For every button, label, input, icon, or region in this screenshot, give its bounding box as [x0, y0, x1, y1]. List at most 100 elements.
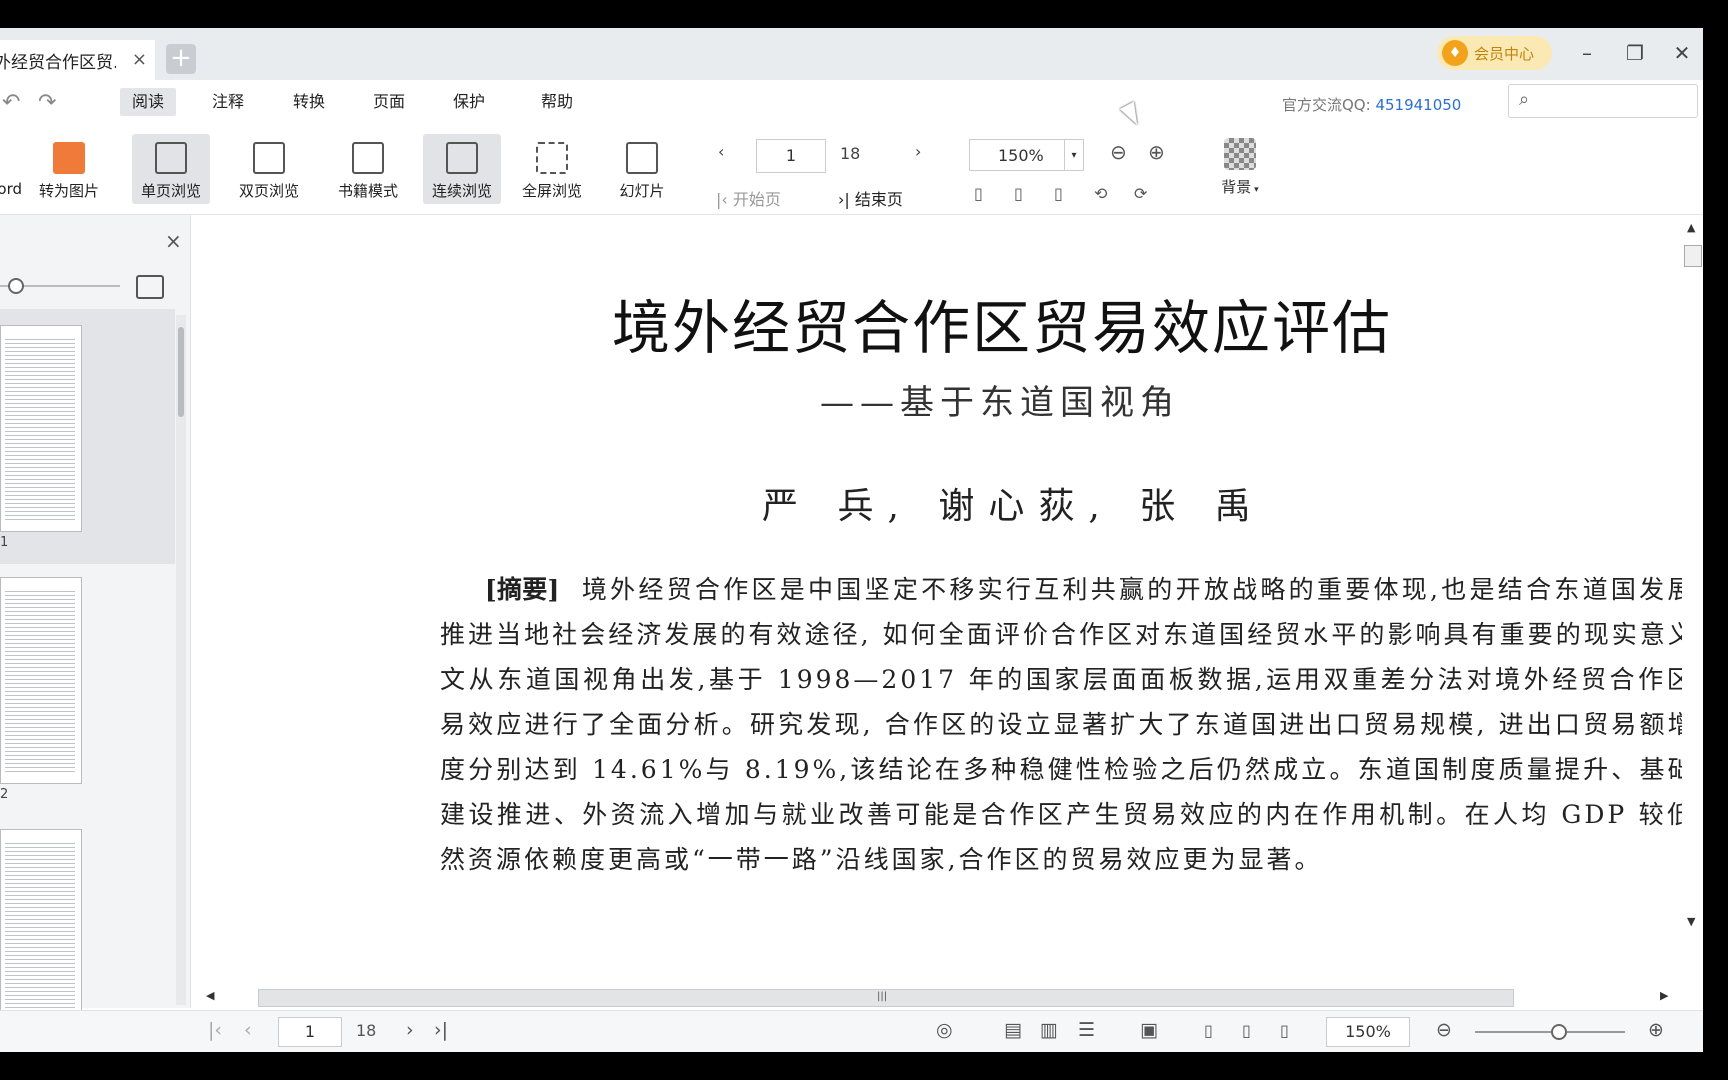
- scroll-left-icon[interactable]: ◀: [206, 989, 214, 1002]
- fit-width-icon[interactable]: ▯: [1054, 184, 1063, 203]
- zoom-slider[interactable]: [1475, 1024, 1625, 1040]
- next-page-icon[interactable]: ›: [915, 142, 921, 161]
- background-label: 背景: [1221, 178, 1252, 196]
- sidebar-scrollbar[interactable]: [176, 315, 186, 1005]
- zoom-in-icon[interactable]: ⊕: [1148, 140, 1165, 164]
- eye-protection-icon[interactable]: ◎: [936, 1019, 953, 1041]
- close-window-button[interactable]: ✕: [1667, 38, 1697, 68]
- next-page-icon[interactable]: ›: [406, 1019, 414, 1041]
- single-page-icon[interactable]: ▤: [1004, 1019, 1022, 1041]
- zoom-value: 150%: [998, 146, 1044, 165]
- zoom-out-icon[interactable]: ⊖: [1436, 1019, 1452, 1041]
- abstract-label: [摘要]: [484, 575, 560, 604]
- status-bar: |‹ ‹ 1 18 › ›| ◎ ▤ ▥ ☰ ▣ ▯ ▯ ▯ 150% ⊖ ⊕: [0, 1010, 1703, 1052]
- book-mode-button[interactable]: 书籍模式: [329, 134, 407, 204]
- page-number-input[interactable]: 1: [756, 139, 826, 173]
- last-page-icon[interactable]: ›|: [434, 1019, 448, 1041]
- slider-knob[interactable]: [8, 278, 24, 294]
- menu-protect[interactable]: 保护: [441, 88, 497, 116]
- actual-size-icon[interactable]: ▯: [1204, 1021, 1213, 1040]
- thumbnail-text: [5, 588, 75, 773]
- undo-icon[interactable]: ↶: [2, 90, 20, 115]
- single-page-label: 单页浏览: [140, 182, 201, 200]
- document-horizontal-scrollbar[interactable]: ◀ ||| ▶: [192, 986, 1682, 1008]
- qq-number[interactable]: 451941050: [1375, 96, 1461, 114]
- new-tab-button[interactable]: +: [166, 44, 196, 74]
- scroll-up-icon[interactable]: ▲: [1687, 221, 1695, 234]
- fit-page-icon[interactable]: ▯: [1242, 1021, 1251, 1040]
- double-page-icon[interactable]: ▥: [1040, 1019, 1058, 1041]
- sidebar-scroll-thumb[interactable]: [178, 327, 184, 417]
- zoom-slider-knob[interactable]: [1551, 1024, 1567, 1040]
- background-button[interactable]: 背景 ▾: [1210, 138, 1270, 197]
- thumbnail-label: 2: [0, 787, 9, 802]
- image-convert-icon: [53, 142, 85, 174]
- fit-width-icon[interactable]: ▯: [1280, 1021, 1289, 1040]
- chevron-down-icon[interactable]: ▾: [1064, 140, 1083, 170]
- scroll-right-icon[interactable]: ▶: [1660, 989, 1668, 1002]
- menu-help[interactable]: 帮助: [529, 88, 585, 116]
- double-page-button[interactable]: 双页浏览: [230, 134, 308, 204]
- thumbnail-size-slider[interactable]: [0, 278, 120, 294]
- toolbar: ord 转为图片 单页浏览 双页浏览 书籍模式 连续浏览 全屏浏览 幻灯片 ‹ …: [0, 124, 1703, 215]
- zoom-in-icon[interactable]: ⊕: [1648, 1019, 1664, 1041]
- last-page-button[interactable]: ›| 结束页: [838, 186, 903, 210]
- rotate-right-icon[interactable]: ⟳: [1134, 184, 1147, 203]
- continuous-button[interactable]: 连续浏览: [423, 134, 501, 204]
- slideshow-icon[interactable]: ▣: [1140, 1019, 1158, 1041]
- diamond-icon: ♦: [1442, 40, 1468, 66]
- actual-size-icon[interactable]: ▯: [974, 184, 983, 203]
- thumbnail-text: [5, 336, 75, 521]
- book-mode-icon: [352, 142, 384, 174]
- thumbnail-page-1[interactable]: [0, 325, 82, 532]
- thumbnail-label: 1: [0, 535, 9, 550]
- double-page-icon: [253, 142, 285, 174]
- document-view[interactable]: 境外经贸合作区贸易效应评估 ——基于东道国视角 严 兵, 谢心荻, 张 禹 [摘…: [192, 215, 1682, 938]
- double-page-label: 双页浏览: [238, 182, 299, 200]
- tab-close-icon[interactable]: ×: [132, 49, 147, 70]
- document-tab[interactable]: 外经贸合作区贸... ×: [0, 40, 155, 80]
- status-zoom-select[interactable]: 150%: [1326, 1017, 1410, 1047]
- tab-title: 外经贸合作区贸...: [0, 52, 116, 73]
- image-icon[interactable]: [136, 275, 164, 299]
- restore-button[interactable]: ❐: [1620, 38, 1650, 68]
- fullscreen-label: 全屏浏览: [521, 182, 582, 200]
- menu-convert[interactable]: 转换: [281, 88, 337, 116]
- menu-bar: ↶ ↷ 阅读 注释 转换 页面 保护 帮助 官方交流QQ: 451941050 …: [0, 80, 1703, 124]
- status-page-input[interactable]: 1: [278, 1017, 342, 1047]
- last-page-label: 结束页: [854, 190, 903, 209]
- menu-page[interactable]: 页面: [361, 88, 417, 116]
- menu-read[interactable]: 阅读: [120, 88, 177, 116]
- thumbnail-page-2[interactable]: [0, 577, 82, 784]
- document-vertical-scrollbar[interactable]: ▲ ▼: [1682, 215, 1703, 938]
- first-page-icon[interactable]: |‹: [208, 1019, 222, 1041]
- zoom-select[interactable]: 150% ▾: [969, 139, 1084, 171]
- zoom-out-icon[interactable]: ⊖: [1110, 140, 1127, 164]
- prev-page-icon[interactable]: ‹: [718, 142, 724, 161]
- to-image-button[interactable]: 转为图片: [30, 134, 108, 204]
- first-page-button[interactable]: |‹ 开始页: [716, 186, 781, 210]
- vertical-scroll-thumb[interactable]: [1684, 245, 1702, 267]
- sidebar-close-icon[interactable]: ×: [165, 229, 182, 253]
- thumbnail-page-3[interactable]: [0, 829, 82, 1021]
- fullscreen-button[interactable]: 全屏浏览: [513, 134, 591, 204]
- minimize-button[interactable]: –: [1572, 38, 1602, 68]
- search-input[interactable]: ⌕: [1508, 84, 1698, 118]
- single-page-button[interactable]: 单页浏览: [132, 134, 210, 204]
- rotate-left-icon[interactable]: ⟲: [1094, 184, 1107, 203]
- to-word-button[interactable]: ord: [0, 134, 22, 204]
- redo-icon[interactable]: ↷: [38, 90, 56, 115]
- background-icon: [1224, 138, 1256, 170]
- menu-annotate[interactable]: 注释: [200, 88, 256, 116]
- scroll-down-icon[interactable]: ▼: [1687, 915, 1695, 928]
- prev-page-icon[interactable]: ‹: [244, 1019, 252, 1041]
- horizontal-scroll-thumb[interactable]: |||: [258, 989, 1514, 1007]
- first-page-icon: |‹: [716, 190, 733, 209]
- slideshow-button[interactable]: 幻灯片: [603, 134, 681, 204]
- continuous-icon: [446, 142, 478, 174]
- fit-page-icon[interactable]: ▯: [1014, 184, 1023, 203]
- to-word-label: ord: [0, 180, 22, 198]
- continuous-icon[interactable]: ☰: [1078, 1019, 1095, 1041]
- vip-center-button[interactable]: ♦ 会员中心: [1437, 36, 1552, 70]
- paper-abstract: [摘要] 境外经贸合作区是中国坚定不移实行互利共赢的开放战略的重要体现,也是结合…: [440, 567, 1682, 882]
